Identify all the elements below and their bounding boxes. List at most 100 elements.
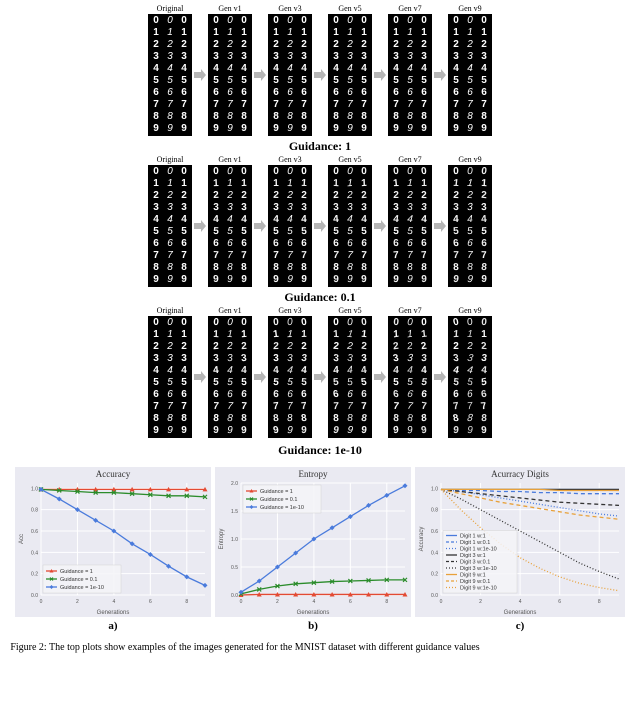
digit-cell: 2 xyxy=(283,39,297,51)
digit-cell: 2 xyxy=(297,341,311,353)
svg-text:Guidance = 1: Guidance = 1 xyxy=(260,489,293,495)
arrow-icon xyxy=(253,219,267,233)
digit-cell: 4 xyxy=(389,365,404,377)
digit-grid: 000111222333444555666777888999 xyxy=(148,316,192,438)
plot-svg: 0.00.20.40.60.81.002468AccuracyGeneratio… xyxy=(15,467,211,617)
digit-grid: 000111222333444555666777888999 xyxy=(328,14,372,136)
digit-cell: 9 xyxy=(269,123,283,135)
svg-text:0.6: 0.6 xyxy=(31,529,38,535)
digit-cell: 5 xyxy=(462,226,477,239)
digit-cell: 1 xyxy=(463,329,477,341)
digit-cell: 5 xyxy=(163,226,177,238)
digit-cell: 5 xyxy=(149,75,163,87)
column-label: Gen v1 xyxy=(218,4,241,13)
digit-cell: 2 xyxy=(163,190,177,202)
digit-cell: 7 xyxy=(177,250,191,262)
digit-grid: 000111222333444555666777888999 xyxy=(148,14,192,136)
digit-column: Gen v3000111222333444555666777888999 xyxy=(268,306,312,438)
svg-text:Guidance = 1e-10: Guidance = 1e-10 xyxy=(60,585,104,591)
column-label: Gen v9 xyxy=(458,155,481,164)
digit-cell: 9 xyxy=(343,274,357,287)
digit-cell: 7 xyxy=(283,400,298,413)
digit-cell: 4 xyxy=(163,63,177,75)
digit-cell: 2 xyxy=(149,341,163,353)
digit-column: Gen v1000111222333444555666777888999 xyxy=(208,155,252,287)
digit-cell: 9 xyxy=(209,424,223,437)
digit-cell: 3 xyxy=(477,201,491,214)
svg-text:1.0: 1.0 xyxy=(31,486,38,492)
digit-cell: 0 xyxy=(477,317,492,330)
digit-cell: 6 xyxy=(237,87,251,99)
plot-svg: 0.00.51.01.52.002468EntropyGenerationsEn… xyxy=(215,467,411,617)
digit-cell: 7 xyxy=(209,99,223,111)
digit-cell: 1 xyxy=(357,27,371,39)
digit-cell: 2 xyxy=(329,190,343,203)
digit-cell: 4 xyxy=(417,214,432,227)
digit-cell: 0 xyxy=(296,317,311,330)
digit-column: Gen v5000111222333444555666777888999 xyxy=(328,155,372,287)
digit-cell: 0 xyxy=(209,166,223,178)
digit-cell: 8 xyxy=(269,262,283,274)
digit-cell: 8 xyxy=(237,412,251,425)
svg-text:Generations: Generations xyxy=(504,610,537,616)
digit-cell: 2 xyxy=(149,39,163,51)
digit-cell: 4 xyxy=(149,63,163,75)
digit-cell: 8 xyxy=(163,111,177,123)
digit-cell: 3 xyxy=(296,353,312,365)
digit-cell: 9 xyxy=(149,425,163,437)
digit-cell: 3 xyxy=(283,51,297,63)
digit-cell: 4 xyxy=(477,63,491,75)
digit-cell: 8 xyxy=(463,262,478,274)
digit-cell: 4 xyxy=(237,365,251,377)
svg-text:Digit 3 w:1e-10: Digit 3 w:1e-10 xyxy=(460,566,497,572)
digit-cell: 7 xyxy=(357,250,371,263)
digit-cell: 9 xyxy=(343,123,357,135)
digit-cell: 6 xyxy=(403,237,417,250)
digit-cell: 6 xyxy=(209,389,223,401)
mnist-row: Original000111222333444555666777888999 Ge… xyxy=(148,155,492,287)
digit-cell: 3 xyxy=(209,353,224,366)
svg-text:4: 4 xyxy=(312,599,315,605)
digit-cell: 5 xyxy=(149,377,163,389)
digit-cell: 2 xyxy=(209,39,223,51)
digit-cell: 6 xyxy=(223,389,237,401)
digit-cell: 6 xyxy=(163,87,177,99)
digit-cell: 7 xyxy=(237,401,252,414)
digit-cell: 7 xyxy=(449,99,463,111)
digit-cell: 5 xyxy=(177,75,191,87)
digit-column: Original000111222333444555666777888999 xyxy=(148,4,192,136)
digit-cell: 4 xyxy=(237,63,251,75)
digit-cell: 9 xyxy=(357,274,371,287)
digit-cell: 6 xyxy=(403,87,417,99)
digit-cell: 6 xyxy=(343,238,357,250)
digit-grid: 000111222333444555666777888999 xyxy=(208,14,252,136)
digit-cell: 4 xyxy=(297,214,311,227)
digit-cell: 6 xyxy=(163,238,177,250)
digit-cell: 8 xyxy=(223,262,237,274)
digit-cell: 7 xyxy=(269,250,283,262)
svg-text:0.8: 0.8 xyxy=(31,508,38,514)
digit-cell: 3 xyxy=(297,202,311,215)
digit-column: Gen v1000111222333444555666777888999 xyxy=(208,306,252,438)
arrow-icon xyxy=(373,370,387,384)
digit-cell: 6 xyxy=(269,87,283,99)
digit-cell: 0 xyxy=(389,15,403,27)
digit-grid: 000111222333444555666777888999 xyxy=(148,165,192,287)
svg-text:Digit 1 w:0.1: Digit 1 w:0.1 xyxy=(460,540,490,546)
digit-cell: 4 xyxy=(357,63,371,75)
digit-cell: 1 xyxy=(477,178,492,191)
digit-cell: 0 xyxy=(329,15,343,27)
svg-text:Accuracy: Accuracy xyxy=(96,469,131,479)
digit-cell: 8 xyxy=(209,262,223,274)
digit-cell: 1 xyxy=(343,178,357,191)
digit-cell: 2 xyxy=(416,341,432,354)
digit-cell: 1 xyxy=(462,178,477,191)
digit-cell: 1 xyxy=(357,178,371,191)
digit-cell: 7 xyxy=(357,401,371,413)
digit-cell: 7 xyxy=(209,250,223,263)
digit-cell: 0 xyxy=(237,15,251,27)
digit-cell: 4 xyxy=(356,364,371,377)
digit-column: Gen v5000111222333444555666777888999 xyxy=(328,306,372,438)
column-label: Original xyxy=(157,155,184,164)
figure: Original000111222333444555666777888999Ge… xyxy=(4,4,636,653)
